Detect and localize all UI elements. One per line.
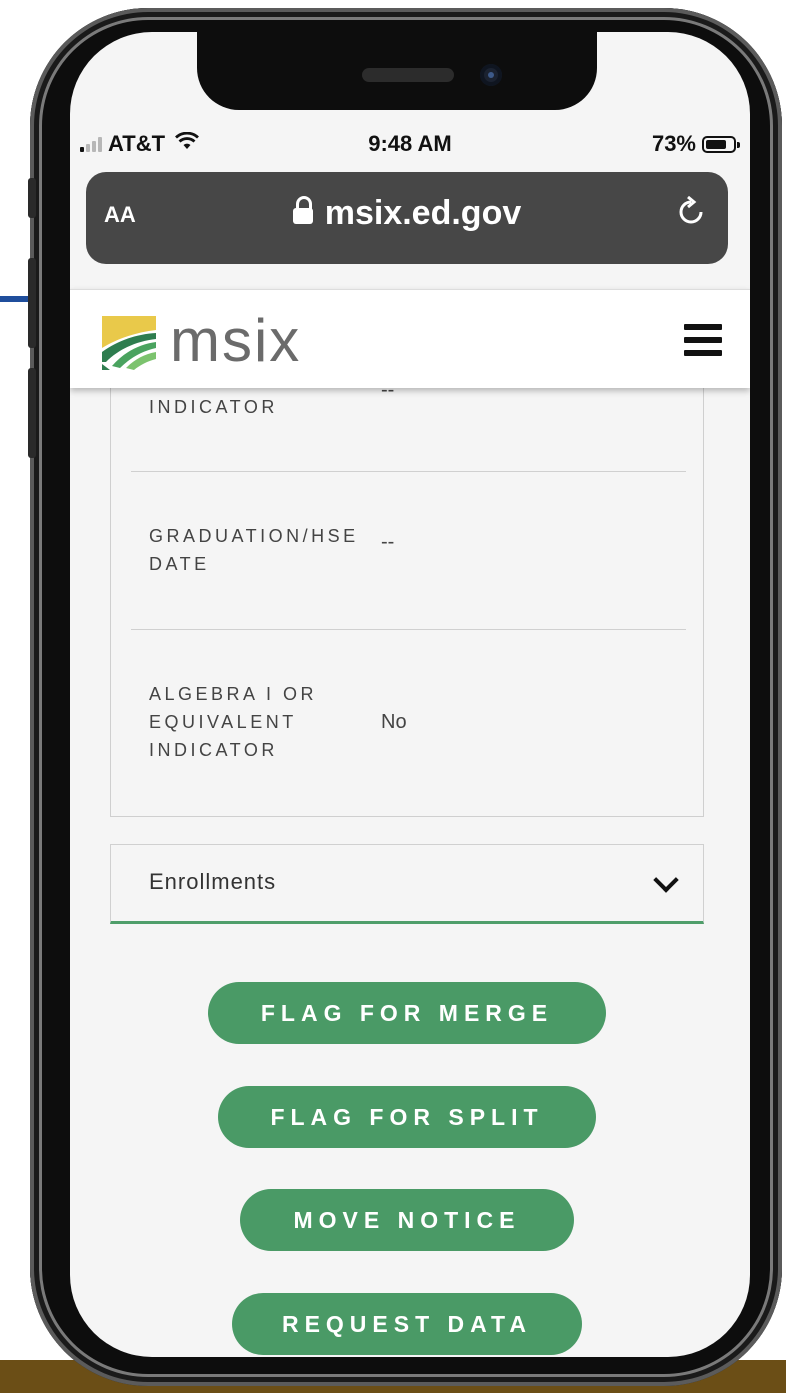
lock-icon bbox=[292, 196, 313, 224]
reload-icon[interactable] bbox=[678, 195, 704, 234]
notch bbox=[197, 32, 597, 110]
detail-label: ALGEBRA I OR EQUIVALENT INDICATOR bbox=[149, 684, 318, 760]
status-bar: AT&T 9:48 AM 73% bbox=[70, 125, 750, 165]
site-header: msix bbox=[70, 289, 750, 388]
battery-icon bbox=[702, 135, 740, 153]
detail-label: INDICATOR bbox=[149, 397, 278, 417]
logo-wordmark: msix bbox=[170, 307, 302, 374]
front-camera bbox=[480, 64, 502, 86]
flag-for-merge-button[interactable]: FLAG FOR MERGE bbox=[208, 982, 606, 1044]
volume-down-button bbox=[28, 368, 36, 458]
enrollments-label: Enrollments bbox=[149, 869, 277, 894]
enrollments-accordion[interactable]: Enrollments bbox=[110, 844, 704, 924]
volume-up-button bbox=[28, 258, 36, 348]
flag-for-split-button[interactable]: FLAG FOR SPLIT bbox=[218, 1086, 596, 1148]
msix-logo-icon bbox=[102, 316, 156, 370]
msix-logo[interactable]: msix bbox=[98, 307, 302, 374]
request-data-button[interactable]: REQUEST DATA bbox=[232, 1293, 582, 1355]
battery-percent: 73% bbox=[651, 131, 696, 156]
move-notice-button[interactable]: MOVE NOTICE bbox=[240, 1189, 574, 1251]
phone-screen: AT&T 9:48 AM 73% AA msix.ed.gov msix IND… bbox=[70, 32, 750, 1357]
detail-label: GRADUATION/HSE DATE bbox=[149, 526, 359, 574]
hamburger-menu-icon[interactable] bbox=[684, 324, 722, 363]
clock: 9:48 AM bbox=[368, 131, 452, 156]
speaker-grille bbox=[362, 68, 454, 82]
url-display[interactable]: msix.ed.gov bbox=[86, 194, 728, 233]
student-details-card: INDICATOR -- GRADUATION/HSE DATE -- ALGE… bbox=[110, 332, 704, 817]
browser-address-bar[interactable]: AA msix.ed.gov bbox=[86, 172, 728, 264]
url-text: msix.ed.gov bbox=[324, 194, 522, 232]
mute-switch bbox=[28, 178, 36, 218]
divider bbox=[131, 471, 686, 472]
divider bbox=[131, 629, 686, 630]
detail-value: -- bbox=[381, 531, 395, 553]
detail-value: No bbox=[381, 711, 407, 733]
chevron-down-icon[interactable] bbox=[653, 867, 679, 893]
